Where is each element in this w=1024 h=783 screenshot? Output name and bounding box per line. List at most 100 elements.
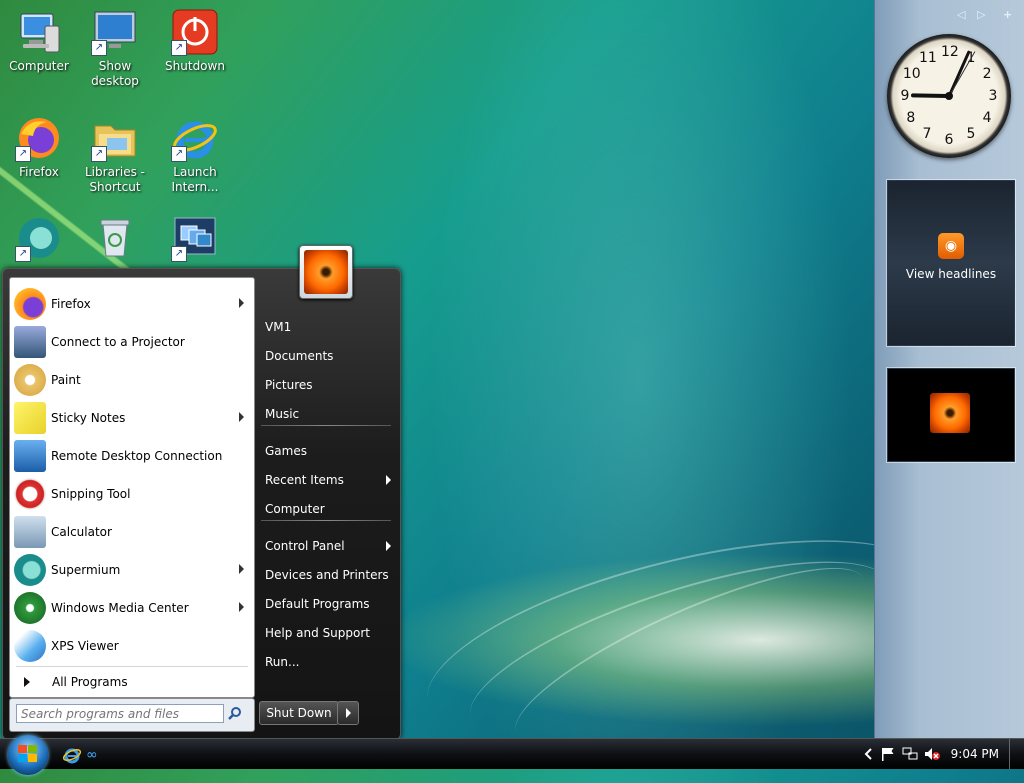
program-item[interactable]: XPS Viewer: [14, 628, 250, 664]
sidebar-prev-icon[interactable]: ◁: [957, 8, 965, 21]
folder-icon: ↗: [91, 114, 139, 162]
submenu-arrow-icon[interactable]: [239, 564, 244, 574]
sidebar-next-icon[interactable]: ▷: [977, 8, 985, 21]
program-item[interactable]: Connect to a Projector: [14, 324, 250, 360]
start-menu-place-item[interactable]: Help and Support: [265, 622, 395, 644]
places-separator: [261, 425, 391, 426]
network-icon[interactable]: [902, 747, 918, 761]
firefox-icon: [14, 288, 46, 320]
clock-number: 7: [922, 126, 932, 143]
shortcut-arrow-icon: ↗: [171, 146, 187, 162]
show-desktop-icon: ↗: [91, 8, 139, 56]
internet-explorer-icon: ↗: [171, 114, 219, 162]
clock-number: 8: [906, 110, 916, 126]
search-input[interactable]: [16, 704, 224, 723]
submenu-arrow-icon[interactable]: [239, 298, 244, 308]
desktop-icon-firefox[interactable]: ↗ Firefox: [4, 114, 74, 180]
clock-number: 3: [988, 88, 998, 104]
xps-viewer-icon: [14, 630, 46, 662]
program-item[interactable]: Firefox: [14, 286, 250, 322]
all-programs-label: All Programs: [52, 675, 128, 689]
supermium-icon: [14, 554, 46, 586]
taskbar: ∞ 9:04 PM: [0, 735, 1024, 775]
desktop-icon-shutdown[interactable]: ↗ Shutdown: [160, 8, 230, 74]
flower-picture-icon: [930, 393, 970, 433]
windows-logo-icon: [18, 745, 38, 763]
program-item[interactable]: Calculator: [14, 514, 250, 550]
program-item[interactable]: Paint: [14, 362, 250, 398]
all-programs-button[interactable]: All Programs: [14, 671, 250, 693]
place-label: Music: [265, 407, 300, 421]
rss-icon: ◉: [938, 233, 964, 259]
submenu-arrow-icon[interactable]: [239, 602, 244, 612]
program-label: Supermium: [51, 563, 121, 577]
programs-separator: [16, 666, 248, 667]
program-label: Connect to a Projector: [51, 335, 185, 349]
triangle-right-icon: [24, 677, 30, 687]
notification-area: 9:04 PM: [861, 739, 1020, 769]
start-menu-place-item[interactable]: Devices and Printers: [265, 564, 395, 586]
shut-down-button[interactable]: Shut Down: [259, 701, 339, 725]
desktop-icon-computer[interactable]: Computer: [4, 8, 74, 74]
place-label: Default Programs: [265, 597, 370, 611]
start-button[interactable]: [8, 735, 48, 775]
clock-gadget[interactable]: 121234567891011: [887, 34, 1011, 158]
start-menu-place-item[interactable]: Games: [265, 440, 395, 462]
program-item[interactable]: Remote Desktop Connection: [14, 438, 250, 474]
user-picture[interactable]: [299, 245, 353, 299]
taskbar-clock[interactable]: 9:04 PM: [951, 747, 999, 761]
shortcut-arrow-icon: ↗: [91, 40, 107, 56]
start-menu-place-item[interactable]: Run...: [265, 651, 395, 673]
place-label: Devices and Printers: [265, 568, 389, 582]
desktop-icon-label: Launch Intern...: [171, 165, 219, 194]
desktop-icon-recycle-bin[interactable]: [80, 214, 150, 265]
chevron-right-icon: [346, 708, 351, 718]
desktop-icon-label: Computer: [9, 59, 69, 73]
shortcut-arrow-icon: ↗: [15, 146, 31, 162]
supermium-icon: ↗: [15, 214, 63, 262]
desktop-icon-supermium[interactable]: ↗: [4, 214, 74, 265]
desktop-icon-libraries[interactable]: ↗ Libraries - Shortcut: [80, 114, 150, 195]
program-item[interactable]: Sticky Notes: [14, 400, 250, 436]
start-menu-place-item[interactable]: Default Programs: [265, 593, 395, 615]
program-label: XPS Viewer: [51, 639, 119, 653]
desktop-icon-internet-explorer[interactable]: ↗ Launch Intern...: [160, 114, 230, 195]
start-menu-place-item[interactable]: Pictures: [265, 374, 395, 396]
start-menu-place-item[interactable]: Music: [265, 403, 395, 425]
desktop-icon-label: Libraries - Shortcut: [85, 165, 145, 194]
action-center-flag-icon[interactable]: [880, 747, 896, 761]
start-menu-place-item[interactable]: VM1: [265, 316, 395, 338]
shortcut-arrow-icon: ↗: [171, 246, 187, 262]
start-menu-place-item[interactable]: Computer: [265, 498, 395, 520]
internet-explorer-taskbar-icon[interactable]: [62, 745, 82, 765]
submenu-arrow-icon: [386, 541, 391, 551]
program-item[interactable]: Windows Media Center: [14, 590, 250, 626]
clock-number: 11: [919, 49, 937, 66]
show-desktop-button[interactable]: [1009, 739, 1020, 769]
place-label: VM1: [265, 320, 292, 334]
desktop-icon-show-desktop[interactable]: ↗ Show desktop: [80, 8, 150, 89]
slideshow-gadget[interactable]: [887, 368, 1015, 462]
start-menu-place-item[interactable]: Control Panel: [265, 535, 395, 557]
desktop-icon-label: Shutdown: [165, 59, 225, 73]
feed-headlines-gadget[interactable]: ◉ View headlines: [887, 180, 1015, 346]
program-item[interactable]: Snipping Tool: [14, 476, 250, 512]
program-label: Firefox: [51, 297, 91, 311]
show-hidden-icons-icon[interactable]: [864, 747, 874, 761]
start-menu-place-item[interactable]: Recent Items: [265, 469, 395, 491]
desktop-icon-switch-windows[interactable]: ↗: [160, 214, 230, 265]
volume-muted-icon[interactable]: [924, 747, 940, 761]
start-menu-place-item[interactable]: Documents: [265, 345, 395, 367]
switch-windows-taskbar-icon[interactable]: ∞: [86, 747, 106, 763]
program-label: Paint: [51, 373, 81, 387]
sidebar-add-gadget-icon[interactable]: +: [1003, 8, 1012, 21]
scissors-icon: [14, 478, 46, 510]
power-icon: ↗: [171, 8, 219, 56]
search-icon[interactable]: [228, 706, 242, 720]
place-label: Games: [265, 444, 307, 458]
program-item[interactable]: Supermium: [14, 552, 250, 588]
shortcut-arrow-icon: ↗: [91, 146, 107, 162]
clock-number: 12: [941, 44, 959, 60]
shut-down-options-button[interactable]: [337, 701, 359, 725]
submenu-arrow-icon[interactable]: [239, 412, 244, 422]
